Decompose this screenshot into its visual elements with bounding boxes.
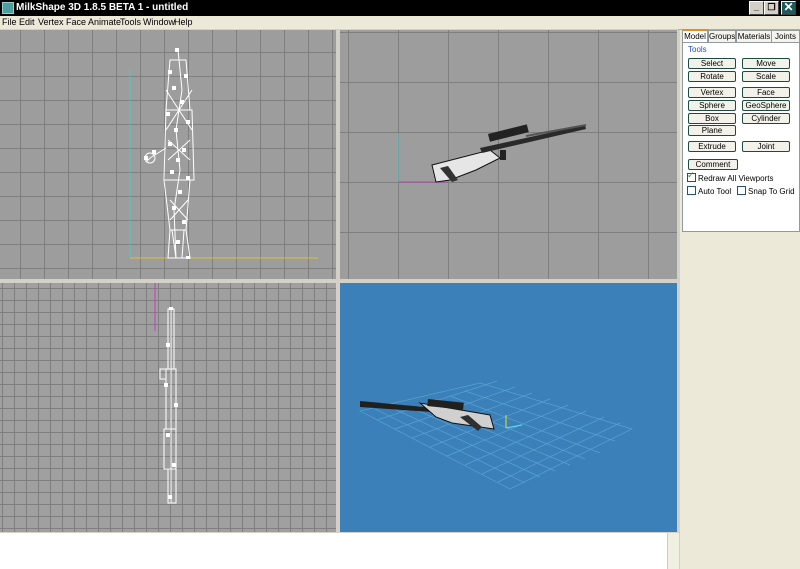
close-icon[interactable]: ✕ [781,1,796,15]
menu-bar: File Edit Vertex Face Animate Tools Wind… [0,16,800,30]
menu-animate[interactable]: Animate [88,16,121,28]
geosphere-button[interactable]: GeoSphere [742,100,790,111]
redraw-all-viewports-checkbox[interactable]: Redraw All Viewports [687,171,774,183]
snap-to-grid-label: Snap To Grid [748,187,795,196]
tab-joints[interactable]: Joints [771,30,800,42]
restore-icon[interactable]: ❐ [764,1,779,15]
menu-window[interactable]: Window [143,16,175,28]
minimize-icon[interactable]: _ [749,1,764,15]
menu-face[interactable]: Face [66,16,86,28]
face-button[interactable]: Face [742,87,790,98]
menu-tools[interactable]: Tools [120,16,141,28]
snap-to-grid-checkbox[interactable]: Snap To Grid [737,186,795,196]
app-icon [2,2,14,14]
tab-groups[interactable]: Groups [708,30,736,42]
comment-button[interactable]: Comment [688,159,738,170]
menu-edit[interactable]: Edit [19,16,35,28]
menu-file[interactable]: File [2,16,17,28]
viewport-side[interactable] [340,30,677,279]
tool-panel: Model Groups Materials Joints Tools Sele… [680,29,800,569]
window-title: MilkShape 3D 1.8.5 BETA 1 - untitled [16,2,189,13]
side-rifle-model [397,124,587,183]
rotate-button[interactable]: Rotate [688,71,736,82]
status-area [0,533,678,569]
viewport-front[interactable] [0,30,336,279]
checkmark-icon [687,171,696,182]
joint-button[interactable]: Joint [742,141,790,152]
tab-materials[interactable]: Materials [736,30,772,42]
checkbox-box [737,186,746,195]
menu-help[interactable]: Help [174,16,193,28]
scrollbar[interactable] [667,533,679,569]
tab-model[interactable]: Model [682,29,708,43]
viewport-3d[interactable] [340,283,677,532]
box-button[interactable]: Box [688,113,736,124]
vertex-button[interactable]: Vertex [688,87,736,98]
checkbox-box [687,186,696,195]
front-wireframe-model [129,48,318,259]
select-button[interactable]: Select [688,58,736,69]
top-wireframe-model [154,283,178,504]
plane-button[interactable]: Plane [688,125,736,136]
viewport-top[interactable] [0,283,336,532]
redraw-all-viewports-label: Redraw All Viewports [698,174,774,183]
scale-button[interactable]: Scale [742,71,790,82]
title-bar: MilkShape 3D 1.8.5 BETA 1 - untitled _ ❐… [0,0,800,16]
cylinder-button[interactable]: Cylinder [742,113,790,124]
move-button[interactable]: Move [742,58,790,69]
perspective-view [358,380,633,490]
model-tab-content: Tools Select Move Rotate Scale Vertex Fa… [682,42,800,232]
tools-group-label: Tools [688,45,707,54]
auto-tool-label: Auto Tool [698,187,732,196]
extrude-button[interactable]: Extrude [688,141,736,152]
sphere-button[interactable]: Sphere [688,100,736,111]
auto-tool-checkbox[interactable]: Auto Tool [687,186,731,196]
menu-vertex[interactable]: Vertex [38,16,64,28]
